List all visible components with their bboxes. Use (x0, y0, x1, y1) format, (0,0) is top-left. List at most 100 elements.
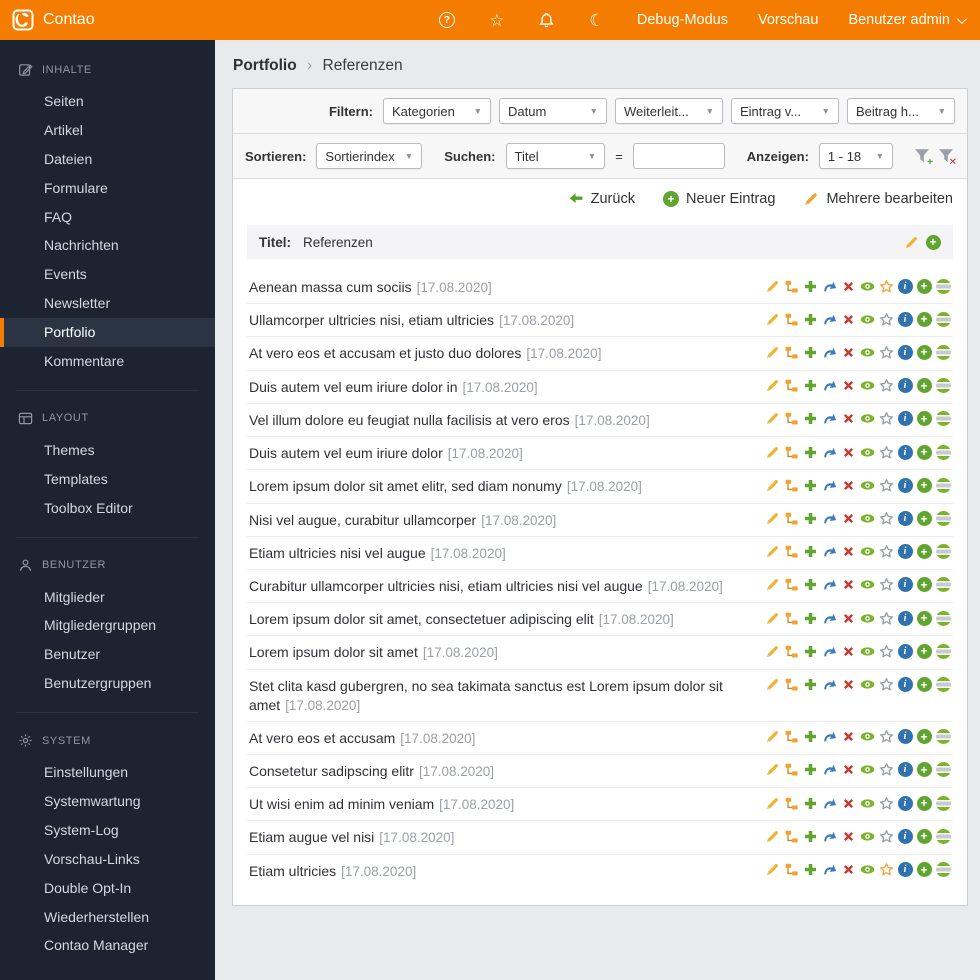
preview-link[interactable]: Vorschau (758, 12, 818, 28)
show-details-icon[interactable]: i (897, 795, 913, 811)
duplicate-icon[interactable] (802, 729, 818, 745)
filter-select-kategorien[interactable]: Kategorien ▼ (383, 98, 491, 124)
children-icon[interactable] (783, 544, 799, 560)
delete-icon[interactable] (840, 344, 856, 360)
nav-section-header-layout[interactable]: Layout (0, 411, 215, 426)
cut-icon[interactable] (821, 511, 837, 527)
toggle-visibility-icon[interactable] (859, 795, 875, 811)
create-after-icon[interactable]: + (916, 795, 932, 811)
cut-icon[interactable] (821, 278, 837, 294)
duplicate-icon[interactable] (802, 278, 818, 294)
show-details-icon[interactable]: i (897, 577, 913, 593)
duplicate-icon[interactable] (802, 577, 818, 593)
toggle-visibility-icon[interactable] (859, 311, 875, 327)
toggle-visibility-icon[interactable] (859, 444, 875, 460)
cut-icon[interactable] (821, 577, 837, 593)
show-details-icon[interactable]: i (897, 344, 913, 360)
show-details-icon[interactable]: i (897, 677, 913, 693)
feature-icon[interactable] (878, 278, 894, 294)
children-icon[interactable] (783, 411, 799, 427)
children-icon[interactable] (783, 862, 799, 878)
feature-icon[interactable] (878, 828, 894, 844)
toggle-dates-icon[interactable] (935, 544, 951, 560)
feature-icon[interactable] (878, 411, 894, 427)
toggle-visibility-icon[interactable] (859, 511, 875, 527)
toggle-visibility-icon[interactable] (859, 344, 875, 360)
filter-select-eintrag-v[interactable]: Eintrag v... ▼ (731, 98, 839, 124)
toggle-dates-icon[interactable] (935, 577, 951, 593)
duplicate-icon[interactable] (802, 511, 818, 527)
create-after-icon[interactable]: + (916, 677, 932, 693)
show-details-icon[interactable]: i (897, 311, 913, 327)
filter-select-datum[interactable]: Datum ▼ (499, 98, 607, 124)
sidebar-item-portfolio[interactable]: Portfolio (0, 318, 215, 348)
toggle-visibility-icon[interactable] (859, 729, 875, 745)
toggle-dates-icon[interactable] (935, 610, 951, 626)
duplicate-icon[interactable] (802, 862, 818, 878)
create-after-icon[interactable]: + (916, 577, 932, 593)
feature-icon[interactable] (878, 311, 894, 327)
children-icon[interactable] (783, 511, 799, 527)
sidebar-item-seiten[interactable]: Seiten (0, 87, 215, 116)
toggle-visibility-icon[interactable] (859, 477, 875, 493)
feature-icon[interactable] (878, 762, 894, 778)
sidebar-item-dateien[interactable]: Dateien (0, 145, 215, 174)
edit-icon[interactable] (764, 677, 780, 693)
sidebar-item-events[interactable]: Events (0, 260, 215, 289)
sidebar-item-formulare[interactable]: Formulare (0, 174, 215, 203)
toggle-dates-icon[interactable] (935, 411, 951, 427)
duplicate-icon[interactable] (802, 311, 818, 327)
delete-icon[interactable] (840, 729, 856, 745)
toggle-visibility-icon[interactable] (859, 862, 875, 878)
delete-icon[interactable] (840, 378, 856, 394)
user-menu[interactable]: Benutzer admin (848, 12, 967, 28)
toggle-dates-icon[interactable] (935, 729, 951, 745)
feature-icon[interactable] (878, 544, 894, 560)
feature-icon[interactable] (878, 511, 894, 527)
dark-mode-moon-icon[interactable]: ☾ (587, 10, 607, 30)
edit-multiple-button[interactable]: Mehrere bearbeiten (803, 191, 953, 207)
sidebar-item-contao-manager[interactable]: Contao Manager (0, 931, 215, 960)
cut-icon[interactable] (821, 643, 837, 659)
edit-icon[interactable] (764, 378, 780, 394)
sidebar-item-templates[interactable]: Templates (0, 465, 215, 494)
delete-icon[interactable] (840, 511, 856, 527)
toggle-visibility-icon[interactable] (859, 677, 875, 693)
toggle-visibility-icon[interactable] (859, 828, 875, 844)
search-input[interactable] (632, 143, 725, 169)
children-icon[interactable] (783, 311, 799, 327)
edit-icon[interactable] (764, 828, 780, 844)
show-details-icon[interactable]: i (897, 511, 913, 527)
edit-icon[interactable] (764, 444, 780, 460)
toggle-visibility-icon[interactable] (859, 643, 875, 659)
show-details-icon[interactable]: i (897, 378, 913, 394)
feature-icon[interactable] (878, 795, 894, 811)
cut-icon[interactable] (821, 477, 837, 493)
cut-icon[interactable] (821, 677, 837, 693)
children-icon[interactable] (783, 762, 799, 778)
children-icon[interactable] (783, 577, 799, 593)
feature-icon[interactable] (878, 477, 894, 493)
children-icon[interactable] (783, 477, 799, 493)
toggle-visibility-icon[interactable] (859, 762, 875, 778)
edit-icon[interactable] (764, 862, 780, 878)
edit-icon[interactable] (764, 577, 780, 593)
show-details-icon[interactable]: i (897, 477, 913, 493)
toggle-visibility-icon[interactable] (859, 544, 875, 560)
filter-select-weiterleit[interactable]: Weiterleit... ▼ (615, 98, 723, 124)
duplicate-icon[interactable] (802, 762, 818, 778)
filter-add-icon[interactable]: + (913, 147, 933, 168)
toggle-dates-icon[interactable] (935, 677, 951, 693)
debug-mode-link[interactable]: Debug-Modus (637, 12, 728, 28)
edit-icon[interactable] (764, 762, 780, 778)
children-icon[interactable] (783, 378, 799, 394)
show-range-select[interactable]: 1 - 18 ▼ (818, 143, 893, 169)
contao-brand[interactable]: Contao (12, 9, 95, 31)
delete-icon[interactable] (840, 577, 856, 593)
create-after-icon[interactable]: + (916, 378, 932, 394)
toggle-visibility-icon[interactable] (859, 610, 875, 626)
toggle-dates-icon[interactable] (935, 862, 951, 878)
duplicate-icon[interactable] (802, 444, 818, 460)
filter-reset-icon[interactable]: ✕ (937, 147, 957, 168)
delete-icon[interactable] (840, 828, 856, 844)
